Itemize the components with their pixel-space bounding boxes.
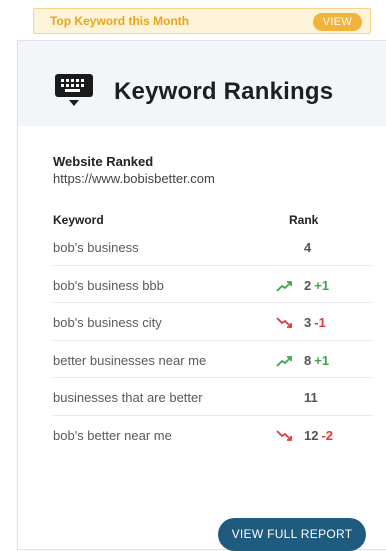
keyboard-icon — [54, 73, 94, 112]
trend-up-icon — [276, 354, 294, 367]
keyword-text: businesses that are better — [53, 390, 203, 405]
view-full-report-button[interactable]: VIEW FULL REPORT — [218, 518, 366, 551]
table-row: better businesses near me 8 +1 — [53, 341, 373, 378]
column-header-rank: Rank — [289, 213, 319, 227]
keyword-text: bob's business city — [53, 315, 162, 330]
column-header-keyword: Keyword — [53, 213, 104, 227]
rank-value: 11 — [304, 390, 318, 405]
table-row: bob's better near me 12 -2 — [53, 416, 373, 454]
table-row: bob's business 4 — [53, 228, 373, 266]
table-row: bob's business city 3 -1 — [53, 303, 373, 341]
keyword-text: better businesses near me — [53, 352, 207, 368]
rank-value: 4 — [304, 240, 312, 255]
card-header: Keyword Rankings — [18, 41, 386, 126]
website-ranked-label: Website Ranked — [53, 154, 154, 169]
keyword-text: bob's business — [53, 240, 139, 255]
keyword-text: bob's better near me — [53, 427, 172, 443]
trend-down-icon — [276, 316, 294, 328]
website-url: https://www.bobisbetter.com — [53, 171, 215, 186]
rank-value: 12 -2 — [304, 427, 334, 443]
rank-value: 2 +1 — [304, 277, 330, 293]
table-row: bob's business bbb 2 +1 — [53, 266, 373, 303]
trend-down-icon — [276, 429, 294, 441]
table-row: businesses that are better 11 — [53, 378, 373, 416]
keyword-table: bob's business 4 bob's business bbb 2 +1 … — [53, 228, 373, 453]
rank-value: 8 +1 — [304, 352, 330, 368]
card-title: Keyword Rankings — [114, 78, 334, 105]
rank-value: 3 -1 — [304, 315, 326, 330]
banner-title: Top Keyword this Month — [50, 14, 190, 28]
trend-up-icon — [276, 279, 294, 292]
top-keyword-banner: Top Keyword this Month VIEW — [33, 8, 371, 34]
keyword-text: bob's business bbb — [53, 277, 164, 293]
view-button[interactable]: VIEW — [312, 13, 362, 31]
keyword-rankings-card: Keyword Rankings Website Ranked https://… — [17, 40, 386, 551]
